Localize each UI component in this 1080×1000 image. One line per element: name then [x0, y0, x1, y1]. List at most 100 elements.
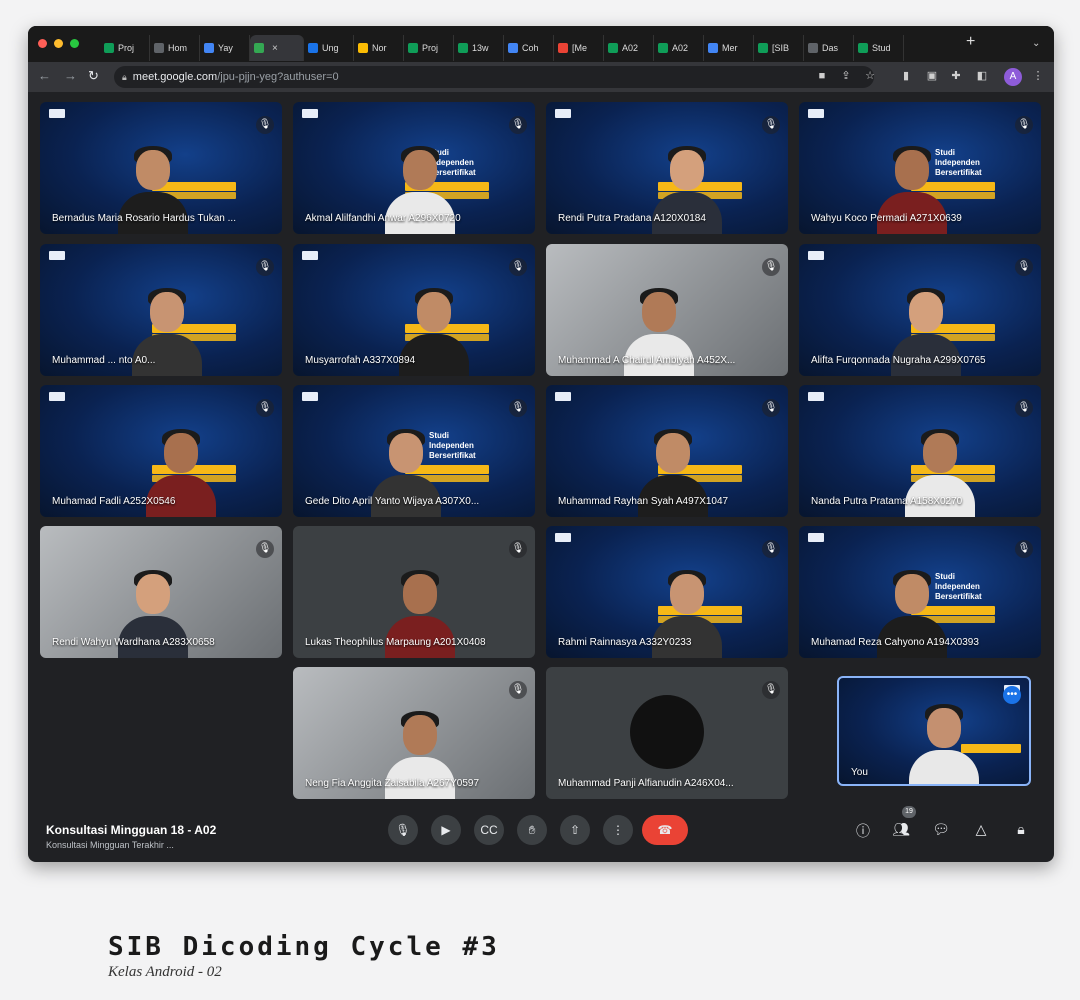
- browser-tab[interactable]: Nor: [354, 35, 404, 61]
- browser-tab[interactable]: Coh: [504, 35, 554, 61]
- meeting-info-icon[interactable]: ⓘ: [854, 821, 872, 841]
- extension-icon-2[interactable]: ▣: [926, 70, 938, 82]
- self-view-tile[interactable]: ••• You: [837, 676, 1031, 786]
- mic-muted-icon: 🎙︎: [762, 681, 780, 699]
- browser-tab[interactable]: [Me: [554, 35, 604, 61]
- camera-button[interactable]: ▶: [431, 815, 461, 845]
- present-button[interactable]: ⇧: [560, 815, 590, 845]
- minimize-window-button[interactable]: [54, 39, 63, 48]
- new-tab-button[interactable]: +: [966, 33, 975, 51]
- avatar: [630, 695, 704, 769]
- brand-logo: [808, 251, 824, 260]
- extension-icon[interactable]: ▮: [900, 70, 912, 82]
- browser-tab[interactable]: Stud: [854, 35, 904, 61]
- brand-logo: [555, 109, 571, 118]
- bookmark-star-icon[interactable]: ☆: [864, 70, 876, 82]
- browser-tab[interactable]: Das: [804, 35, 854, 61]
- mic-muted-icon: 🎙︎: [762, 540, 780, 558]
- tab-label: [SIB: [772, 43, 790, 53]
- participant-name: Gede Dito April Yanto Wijaya A307X0...: [305, 496, 480, 507]
- tab-label: Proj: [118, 43, 135, 53]
- host-controls-icon[interactable]: 🔒︎: [1012, 821, 1030, 838]
- forward-arrow-icon[interactable]: →: [64, 68, 77, 83]
- camera-indicator-icon[interactable]: ■: [816, 70, 828, 82]
- brand-logo: [49, 109, 65, 118]
- people-icon[interactable]: 👥︎: [892, 821, 910, 838]
- browser-tab[interactable]: Mer: [704, 35, 754, 61]
- reload-icon[interactable]: ↻: [88, 68, 99, 84]
- browser-menu-icon[interactable]: ⋮: [1032, 70, 1044, 82]
- participant-tile[interactable]: 🎙︎ Lukas Theophilus Marpaung A201X0408: [293, 526, 535, 658]
- participant-tile[interactable]: Studi Independen Bersertifikat 🎙︎ Muhamad …: [799, 526, 1041, 658]
- microphone-button[interactable]: 🎙︎: [388, 815, 418, 845]
- share-icon[interactable]: ⇪: [840, 70, 852, 82]
- tab-search-chevron-icon[interactable]: ⌄: [1032, 38, 1040, 49]
- tab-favicon-icon: [154, 43, 164, 53]
- browser-tab[interactable]: Ung: [304, 35, 354, 61]
- participant-tile[interactable]: 🎙︎ Alifta Furqonnada Nugraha A299X0765: [799, 244, 1041, 376]
- participant-tile[interactable]: Studi Independen Bersertifikat 🎙︎ Akmal Al…: [293, 102, 535, 234]
- participant-tile[interactable]: 🎙︎ Rendi Putra Pradana A120X0184: [546, 102, 788, 234]
- tab-favicon-icon: [104, 43, 114, 53]
- tab-favicon-icon: [408, 43, 418, 53]
- lock-icon: 🔒︎: [122, 71, 127, 82]
- browser-tab[interactable]: Proj: [100, 35, 150, 61]
- caption-title: SIB Dicoding Cycle #3: [108, 932, 500, 962]
- address-bar[interactable]: 🔒︎ meet.google.com /jpu-pjjn-yeg?authuse…: [114, 66, 874, 88]
- participant-name: Muhammad ... nto A0...: [52, 355, 156, 366]
- profile-avatar[interactable]: A: [1004, 68, 1022, 86]
- tab-favicon-icon: [508, 43, 518, 53]
- browser-tab[interactable]: ×: [250, 35, 304, 61]
- leave-call-button[interactable]: ☎︎: [642, 815, 688, 845]
- participant-tile[interactable]: 🎙︎ Muhammad Rayhan Syah A497X1047: [546, 385, 788, 517]
- speaking-indicator-icon: •••: [1003, 686, 1021, 704]
- participant-tile[interactable]: 🎙︎ Muhammad ... nto A0...: [40, 244, 282, 376]
- mic-muted-icon: 🎙︎: [509, 681, 527, 699]
- participant-tile[interactable]: 🎙︎ Bernadus Maria Rosario Hardus Tukan ..…: [40, 102, 282, 234]
- participant-name: Akmal Alilfandhi Anwar A296X0720: [305, 213, 461, 224]
- participant-tile[interactable]: Studi Independen Bersertifikat 🎙︎ Gede Dit…: [293, 385, 535, 517]
- mic-muted-icon: 🎙︎: [1015, 116, 1033, 134]
- participant-tile[interactable]: 🎙︎ Muhamad Fadli A252X0546: [40, 385, 282, 517]
- browser-tab[interactable]: Hom: [150, 35, 200, 61]
- browser-tab[interactable]: A02: [604, 35, 654, 61]
- browser-tab[interactable]: [SIB: [754, 35, 804, 61]
- participant-tile[interactable]: 🎙︎ Neng Fia Anggita Zaisabila A267Y0597: [293, 667, 535, 799]
- browser-tab[interactable]: 13w: [454, 35, 504, 61]
- browser-tab[interactable]: Proj: [404, 35, 454, 61]
- tab-label: Stud: [872, 43, 891, 53]
- chat-icon[interactable]: 💬︎: [932, 821, 950, 838]
- tab-favicon-icon: [254, 43, 264, 53]
- captions-button[interactable]: CC: [474, 815, 504, 845]
- tab-label: Das: [822, 43, 839, 53]
- tab-favicon-icon: [458, 43, 468, 53]
- participant-tile[interactable]: 🎙︎ Nanda Putra Pratama A158X0270: [799, 385, 1041, 517]
- participant-tile[interactable]: 🎙︎ Muhammad Panji Alfianudin A246X04...: [546, 667, 788, 799]
- raise-hand-button[interactable]: ✋︎: [517, 815, 547, 845]
- close-tab-icon[interactable]: ×: [272, 43, 278, 54]
- maximize-window-button[interactable]: [70, 39, 79, 48]
- sidepanel-icon[interactable]: ◧: [976, 70, 988, 82]
- participant-tile[interactable]: Studi Independen Bersertifikat 🎙︎ Wahyu Ko…: [799, 102, 1041, 234]
- tab-favicon-icon: [358, 43, 368, 53]
- browser-tab[interactable]: Yay: [200, 35, 250, 61]
- activities-icon[interactable]: △: [972, 821, 990, 838]
- brand-logo: [49, 392, 65, 401]
- brand-logo: [49, 251, 65, 260]
- participant-tile[interactable]: 🎙︎ Rendi Wahyu Wardhana A283X0658: [40, 526, 282, 658]
- tab-label: Nor: [372, 43, 387, 53]
- participant-name: Bernadus Maria Rosario Hardus Tukan ...: [52, 213, 236, 224]
- close-window-button[interactable]: [38, 39, 47, 48]
- puzzle-icon[interactable]: ✚: [950, 70, 962, 82]
- participant-tile[interactable]: 🎙︎ Rahmi Rainnasya A332Y0233: [546, 526, 788, 658]
- tab-label: Mer: [722, 43, 738, 53]
- tab-label: [Me: [572, 43, 588, 53]
- mic-muted-icon: 🎙︎: [1015, 540, 1033, 558]
- participant-tile[interactable]: 🎙︎ Musyarrofah A337X0894: [293, 244, 535, 376]
- more-options-button[interactable]: ⋮: [603, 815, 633, 845]
- tab-label: A02: [622, 43, 639, 53]
- back-arrow-icon[interactable]: ←: [38, 68, 51, 83]
- participant-tile[interactable]: 🎙︎ Muhammad A Chairul Ambiyah A452X...: [546, 244, 788, 376]
- browser-tab[interactable]: A02: [654, 35, 704, 61]
- mic-muted-icon: 🎙︎: [256, 116, 274, 134]
